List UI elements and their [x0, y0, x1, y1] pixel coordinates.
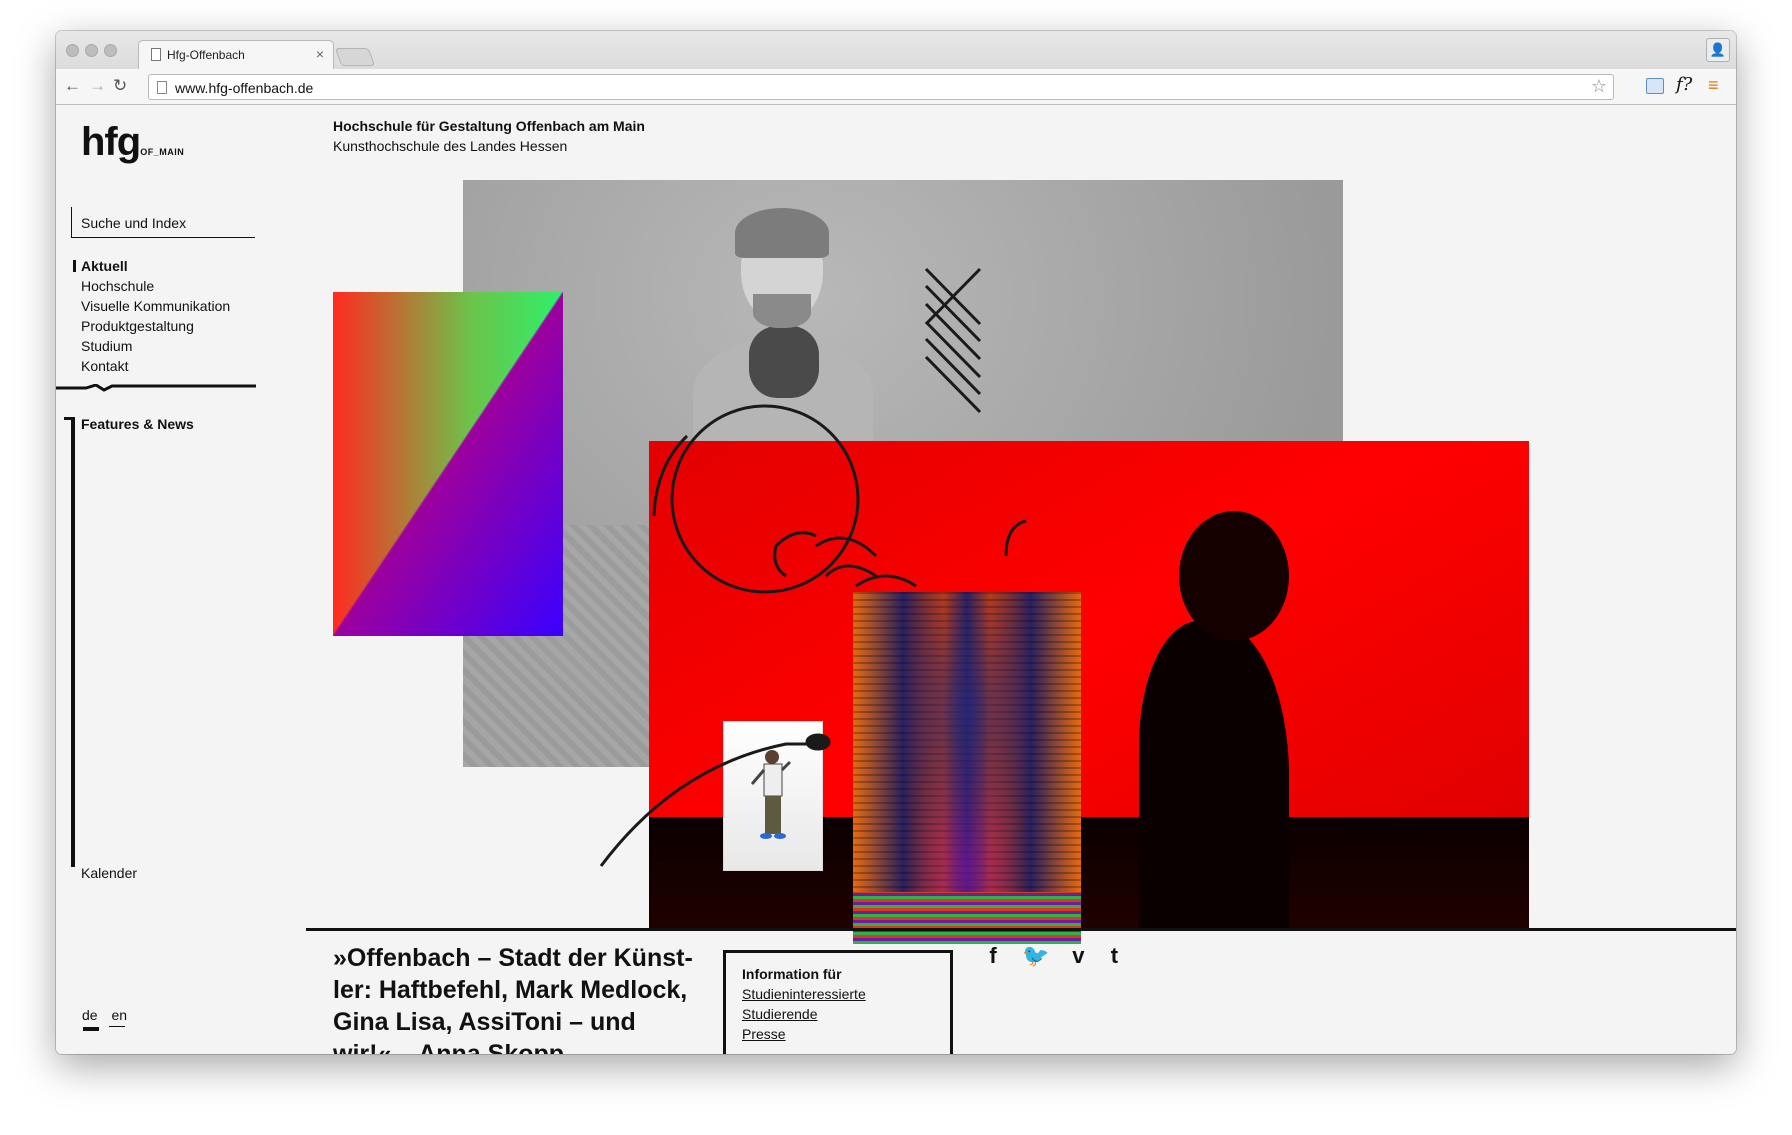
zoom-window-button[interactable] [104, 44, 117, 57]
tab-close-icon[interactable]: × [316, 46, 324, 62]
font-extension-icon[interactable]: f? [1676, 74, 1692, 95]
page-icon [157, 81, 167, 94]
new-tab-button[interactable] [334, 48, 376, 66]
back-button[interactable]: ← [64, 76, 81, 96]
info-link-studieninteressierte[interactable]: Studieninteressierte [742, 984, 934, 1004]
browser-tab[interactable]: Hfg-Offenbach × [138, 40, 334, 69]
content-divider [306, 928, 1736, 931]
twitter-icon[interactable]: 🐦 [1022, 943, 1049, 969]
reload-button[interactable]: ↻ [113, 76, 127, 96]
page-content: hfgOF_MAIN Hochschule für Gestaltung Off… [56, 106, 1736, 1054]
info-box: Information für Studieninteressierte Stu… [723, 950, 953, 1054]
tab-title: Hfg-Offenbach [167, 48, 245, 62]
info-link-studierende[interactable]: Studierende [742, 1004, 934, 1024]
info-link-presse[interactable]: Presse [742, 1024, 934, 1044]
article-title[interactable]: »Offenbach – Stadt der Künst-ler: Haftbe… [333, 942, 693, 1054]
profile-button[interactable]: 👤 [1706, 38, 1730, 62]
bookmark-star-icon[interactable]: ☆ [1591, 76, 1607, 97]
forward-button[interactable]: → [89, 76, 106, 96]
person-icon: 👤 [1709, 42, 1727, 57]
url-text[interactable]: www.hfg-offenbach.de [175, 80, 313, 96]
tab-strip: Hfg-Offenbach × 👤 [56, 31, 1736, 69]
browser-toolbar: ← → ↻ www.hfg-offenbach.de ☆ f? ≡ [56, 69, 1736, 105]
line-drawing-overlay [599, 267, 1027, 867]
tumblr-icon[interactable]: t [1107, 943, 1121, 969]
close-window-button[interactable] [66, 44, 79, 57]
browser-menu-icon[interactable]: ≡ [1708, 75, 1719, 96]
browser-window: Hfg-Offenbach × 👤 ← → ↻ www.hfg-offenbac… [56, 31, 1736, 1054]
info-box-title: Information für [742, 966, 842, 982]
extension-icon[interactable] [1646, 78, 1664, 94]
vimeo-icon[interactable]: v [1071, 943, 1085, 969]
social-links: f 🐦 v t [986, 943, 1121, 969]
page-icon [151, 48, 161, 61]
address-bar[interactable]: www.hfg-offenbach.de ☆ [148, 74, 1614, 100]
minimize-window-button[interactable] [85, 44, 98, 57]
facebook-icon[interactable]: f [986, 943, 1000, 969]
